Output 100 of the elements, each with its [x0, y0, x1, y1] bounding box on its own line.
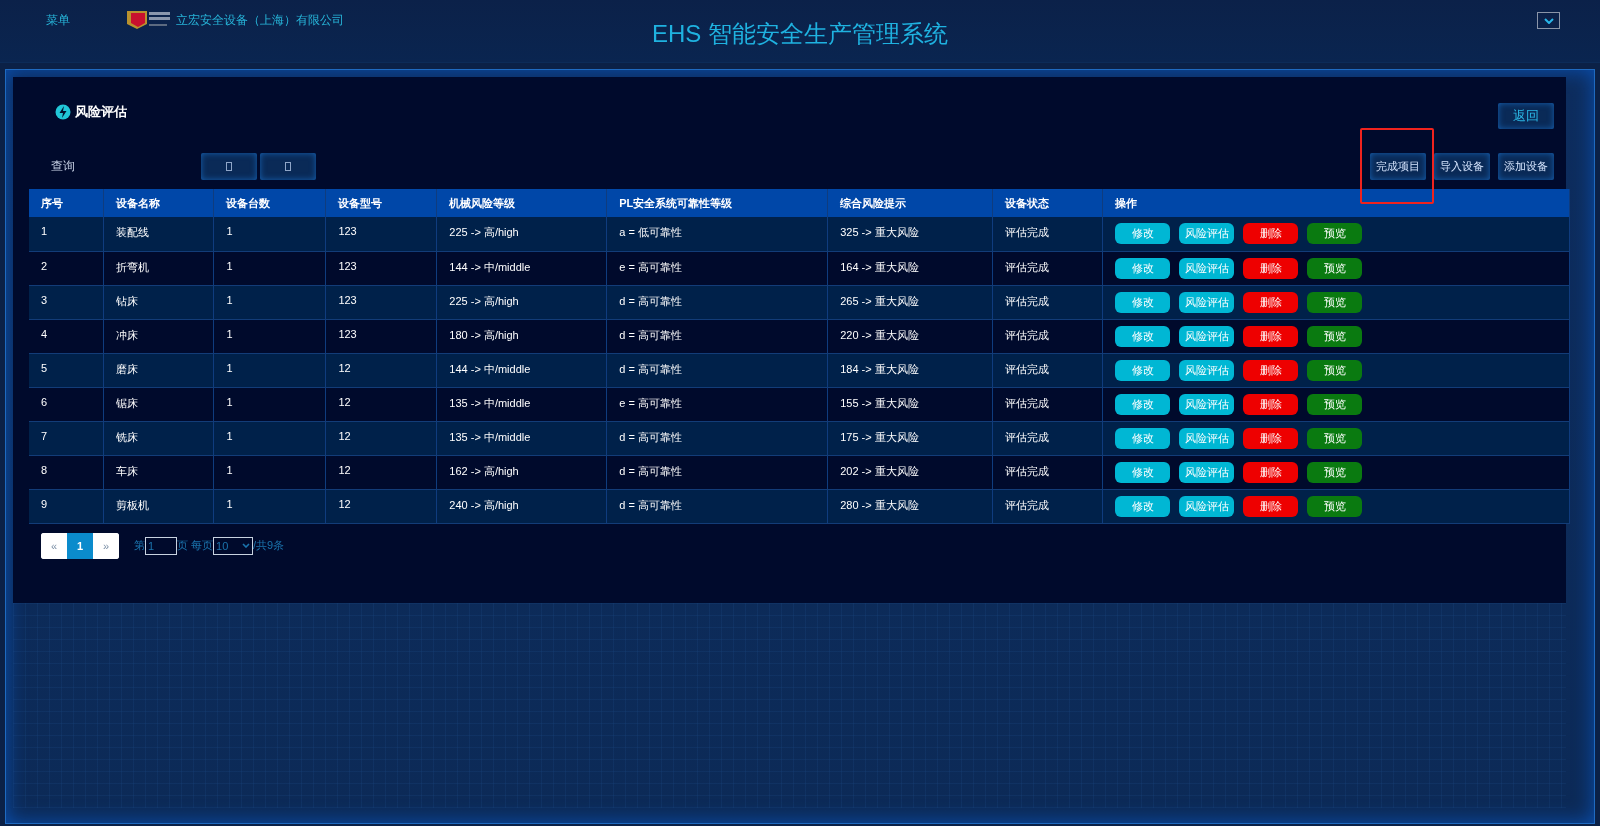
edit-button[interactable]: 修改 [1115, 461, 1171, 483]
app-title: EHS 智能安全生产管理系统 [652, 20, 948, 47]
table-cell: 123 [338, 259, 357, 272]
table-cell: d = 高可靠性 [619, 328, 682, 341]
table-cell: e = 高可靠性 [619, 396, 682, 409]
table-cell: 1 [226, 497, 233, 510]
table-cell: 1 [41, 225, 48, 237]
assess-button[interactable]: 风险评估 [1179, 291, 1235, 313]
table-cell: 评估完成 [1005, 362, 1050, 375]
table-cell: 评估完成 [1005, 464, 1050, 477]
column-header: 设备台数 [213, 189, 326, 217]
edit-button[interactable]: 修改 [1115, 393, 1171, 415]
table-cell: 265 -> 重大风险 [840, 294, 919, 307]
delete-button[interactable]: 删除 [1243, 291, 1299, 313]
table-cell: 225 -> 高/high [449, 226, 519, 238]
delete-button[interactable]: 删除 [1243, 257, 1299, 279]
delete-button[interactable]: 删除 [1243, 461, 1299, 483]
table-cell: 锯床 [116, 396, 139, 409]
delete-button[interactable]: 删除 [1243, 325, 1299, 347]
column-header: 综合风险提示 [827, 189, 993, 217]
table-cell: 折弯机 [116, 260, 150, 273]
table-cell: 135 -> 中/middle [449, 396, 531, 409]
table-cell: 155 -> 重大风险 [840, 396, 919, 409]
icon-button[interactable] [260, 152, 316, 180]
table-cell: 7 [41, 429, 48, 442]
chevron-down-icon [1543, 17, 1554, 24]
table-cell: 冲床 [116, 328, 139, 341]
page-button[interactable]: 1 [67, 532, 93, 559]
delete-button[interactable]: 删除 [1243, 359, 1299, 381]
edit-button[interactable]: 修改 [1115, 223, 1171, 244]
preview-button[interactable]: 预览 [1307, 325, 1363, 347]
edit-button[interactable]: 修改 [1115, 325, 1171, 347]
icon-button[interactable] [201, 152, 257, 180]
assess-button[interactable]: 风险评估 [1179, 495, 1235, 517]
table-cell: 202 -> 重大风险 [840, 464, 919, 477]
table-cell: 1 [226, 429, 233, 442]
table-cell: 240 -> 高/high [449, 498, 519, 511]
page-size-select[interactable]: 10 [213, 536, 254, 555]
delete-button[interactable]: 删除 [1243, 393, 1299, 415]
page-size-label: 页 每页 [177, 538, 214, 553]
assess-button[interactable]: 风险评估 [1179, 359, 1235, 381]
preview-button[interactable]: 预览 [1307, 291, 1363, 313]
edit-button[interactable]: 修改 [1115, 427, 1171, 449]
table-cell: 325 -> 重大风险 [840, 226, 919, 238]
table-cell: 180 -> 高/high [449, 328, 519, 341]
placeholder-glyph-icon [285, 161, 291, 171]
assess-button[interactable]: 风险评估 [1179, 393, 1235, 415]
assess-button[interactable]: 风险评估 [1179, 427, 1235, 449]
table-cell: e = 高可靠性 [619, 260, 682, 273]
toolbar-button[interactable]: 导入设备 [1434, 152, 1490, 180]
table-cell: 164 -> 重大风险 [840, 260, 919, 273]
edit-button[interactable]: 修改 [1115, 495, 1171, 517]
preview-button[interactable]: 预览 [1307, 359, 1363, 381]
table-cell: 铣床 [116, 430, 139, 443]
page-input[interactable]: 1 [145, 536, 177, 555]
toolbar-button[interactable]: 添加设备 [1498, 152, 1554, 180]
table-cell: 评估完成 [1005, 396, 1050, 409]
edit-button[interactable]: 修改 [1115, 291, 1171, 313]
table-cell: 磨床 [116, 362, 139, 375]
table-cell: 1 [226, 395, 233, 408]
column-header: 机械风险等级 [436, 189, 607, 217]
back-button[interactable]: 返回 [1498, 103, 1554, 129]
table-cell: 5 [41, 361, 48, 374]
column-header: 序号 [29, 189, 104, 217]
table-cell: 144 -> 中/middle [449, 362, 531, 375]
column-header: 设备型号 [325, 189, 437, 217]
table-cell: 12 [338, 497, 351, 510]
menu-link[interactable]: 菜单 [46, 12, 70, 29]
preview-button[interactable]: 预览 [1307, 257, 1363, 279]
dropdown-button[interactable] [1537, 12, 1560, 29]
lightning-icon [55, 104, 71, 120]
table-cell: 12 [338, 463, 351, 476]
preview-button[interactable]: 预览 [1307, 223, 1363, 244]
table-cell: 评估完成 [1005, 498, 1050, 511]
preview-button[interactable]: 预览 [1307, 393, 1363, 415]
table-cell: 12 [338, 361, 351, 374]
assess-button[interactable]: 风险评估 [1179, 325, 1235, 347]
preview-button[interactable]: 预览 [1307, 495, 1363, 517]
total-count: /共9条 [253, 538, 285, 553]
table-cell: 评估完成 [1005, 260, 1050, 273]
table-cell: 1 [226, 361, 233, 374]
edit-button[interactable]: 修改 [1115, 257, 1171, 279]
assess-button[interactable]: 风险评估 [1179, 461, 1235, 483]
edit-button[interactable]: 修改 [1115, 359, 1171, 381]
toolbar-button[interactable]: 完成项目 [1370, 152, 1426, 180]
table-cell: 1 [226, 225, 233, 237]
table-cell: 162 -> 高/high [449, 464, 519, 477]
preview-button[interactable]: 预览 [1307, 461, 1363, 483]
table-cell: 9 [41, 497, 48, 510]
delete-button[interactable]: 删除 [1243, 495, 1299, 517]
assess-button[interactable]: 风险评估 [1179, 223, 1235, 244]
table-cell: 钻床 [116, 294, 139, 307]
assess-button[interactable]: 风险评估 [1179, 257, 1235, 279]
table-cell: d = 高可靠性 [619, 362, 682, 375]
preview-button[interactable]: 预览 [1307, 427, 1363, 449]
delete-button[interactable]: 删除 [1243, 223, 1299, 244]
delete-button[interactable]: 删除 [1243, 427, 1299, 449]
table-cell: d = 高可靠性 [619, 498, 682, 511]
panel-title: 风险评估 [75, 103, 127, 121]
table-cell: 剪板机 [116, 498, 150, 511]
